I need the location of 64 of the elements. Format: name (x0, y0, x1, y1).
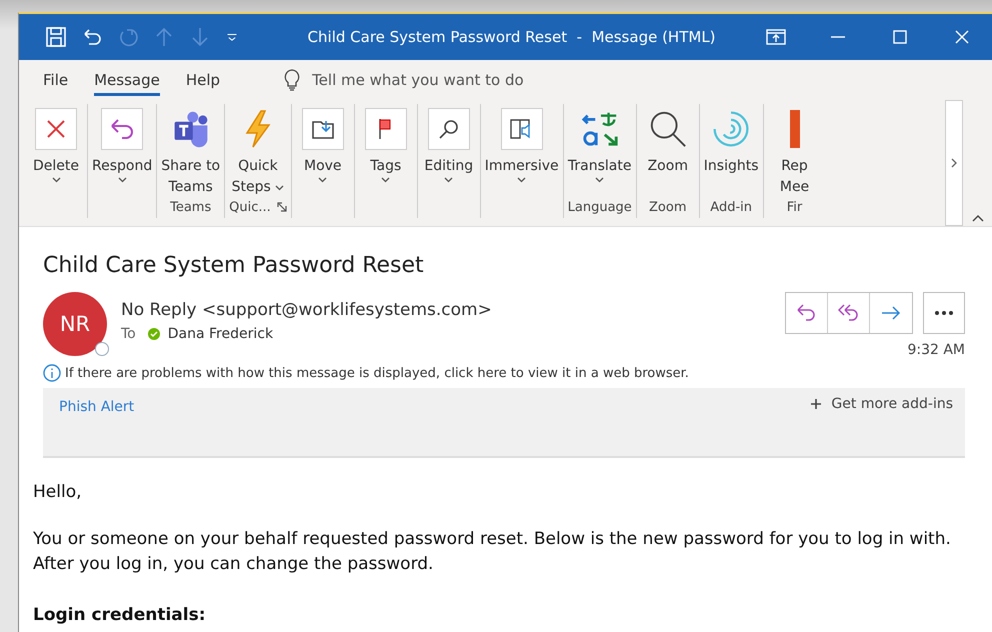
ribbon-button[interactable]: Editing (422, 108, 476, 198)
group-label: Teams (170, 200, 212, 214)
ribbon-button[interactable]: Move (296, 108, 350, 198)
recipient-name[interactable]: Dana Frederick (168, 326, 274, 342)
ribbon-button[interactable]: Tags (358, 108, 413, 198)
ribbon-button[interactable]: Respond (92, 108, 152, 198)
folder-icon (310, 118, 335, 140)
body-paragraph: Hello, (33, 481, 82, 504)
ribbon-button[interactable]: Rep Mee (768, 108, 822, 198)
plus-icon (811, 399, 822, 409)
window-title: Child Care System Password Reset - Message (HTML) (306, 28, 717, 46)
caret-icon (275, 185, 284, 191)
ribbon-button[interactable]: Translate (568, 108, 632, 198)
ribbon-tab[interactable]: Message (94, 64, 160, 96)
group-label: Quic... (229, 200, 271, 214)
group-label: Fir (786, 200, 802, 214)
tell-me-field[interactable]: Tell me what you want to do (312, 71, 524, 89)
save-icon[interactable] (45, 26, 67, 48)
group-label: Zoom (649, 200, 687, 214)
presence-icon (95, 342, 109, 356)
info-message[interactable]: If there are problems with how this message is displayed, click here to view it in a web browser. (65, 366, 689, 380)
caret-icon (444, 177, 454, 183)
collapse-ribbon-icon[interactable] (972, 214, 984, 222)
reply-all-icon (838, 304, 860, 322)
available-status-icon (148, 328, 160, 340)
reply-icon (109, 117, 136, 141)
caret-icon (595, 177, 604, 183)
sender-avatar: NR (43, 292, 107, 356)
ribbon-tab[interactable]: File (43, 64, 68, 96)
chevron-right-icon (951, 158, 957, 168)
get-addins-link[interactable]: Get more add-ins (831, 396, 953, 412)
minimize-icon[interactable] (831, 36, 845, 38)
caret-icon (381, 177, 390, 183)
maximize-icon[interactable] (893, 30, 907, 44)
addin-link[interactable]: Phish Alert (59, 399, 134, 415)
ribbon-tab[interactable]: Help (186, 64, 220, 96)
ribbon-button[interactable]: Delete (29, 108, 83, 198)
message-subject: Child Care System Password Reset (43, 253, 425, 278)
group-label: Language (568, 200, 632, 214)
dialog-launcher-icon[interactable] (276, 202, 287, 212)
caret-icon (318, 177, 328, 183)
ribbon-button[interactable]: Zoom (640, 108, 695, 198)
caret-icon (52, 177, 60, 183)
more-icon (935, 311, 953, 315)
body-heading: Login credentials: (33, 604, 206, 627)
info-icon (43, 364, 61, 382)
ribbon-button[interactable]: Quick Steps (230, 108, 285, 198)
sender-name[interactable]: No Reply <support@worklifesystems.com> (121, 300, 785, 320)
close-icon[interactable] (955, 30, 969, 44)
received-time: 9:32 AM (907, 342, 965, 358)
ribbon-button[interactable]: Share to Teams (161, 108, 220, 198)
to-label: To (121, 326, 136, 342)
reply-icon (796, 304, 818, 322)
more-button[interactable] (923, 292, 965, 334)
search-icon (438, 118, 460, 140)
ribbon-button[interactable]: Insights (704, 108, 759, 198)
caret-icon (118, 177, 127, 183)
lightbulb-icon (284, 69, 300, 91)
ribbon-button[interactable]: Immersive (484, 108, 559, 198)
caret-icon (517, 177, 526, 183)
body-paragraph: You or someone on your behalf requested password reset. Below is the new password for you to log in with. After you log in, you can change the password. (33, 528, 952, 576)
ribbon-display-icon[interactable] (766, 29, 786, 45)
group-label: Add-in (710, 200, 752, 214)
forward-icon (880, 305, 902, 321)
